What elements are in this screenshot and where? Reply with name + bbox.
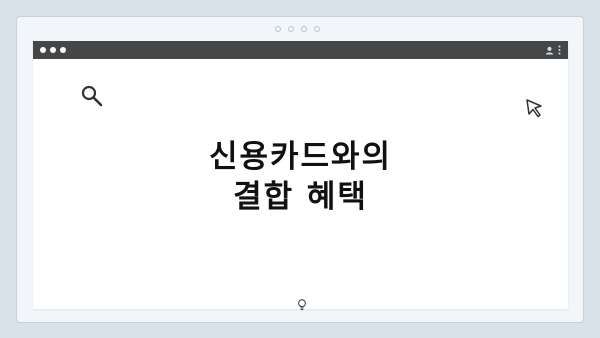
search-icon bbox=[81, 85, 103, 107]
lightbulb-icon bbox=[298, 299, 306, 311]
window-control-dot[interactable] bbox=[50, 47, 56, 53]
window-control-dot[interactable] bbox=[40, 47, 46, 53]
pager-dot bbox=[301, 26, 307, 32]
page-title-line-2: 결합 혜택 bbox=[233, 179, 368, 215]
pager-dots bbox=[275, 26, 320, 32]
titlebar-actions bbox=[545, 45, 561, 55]
browser-window: 신용카드와의 결합 혜택 bbox=[33, 41, 568, 311]
window-control-dot[interactable] bbox=[60, 47, 66, 53]
page-title: 신용카드와의 결합 혜택 bbox=[33, 137, 568, 217]
cursor-icon bbox=[526, 99, 542, 118]
user-icon[interactable] bbox=[545, 46, 554, 55]
kebab-menu-icon[interactable] bbox=[558, 45, 561, 55]
pager-dot bbox=[288, 26, 294, 32]
window-controls bbox=[40, 47, 66, 53]
window-titlebar bbox=[33, 41, 568, 59]
pager-dot bbox=[275, 26, 281, 32]
window-content: 신용카드와의 결합 혜택 bbox=[33, 59, 568, 311]
page-title-line-1: 신용카드와의 bbox=[208, 139, 393, 175]
pager-dot bbox=[314, 26, 320, 32]
